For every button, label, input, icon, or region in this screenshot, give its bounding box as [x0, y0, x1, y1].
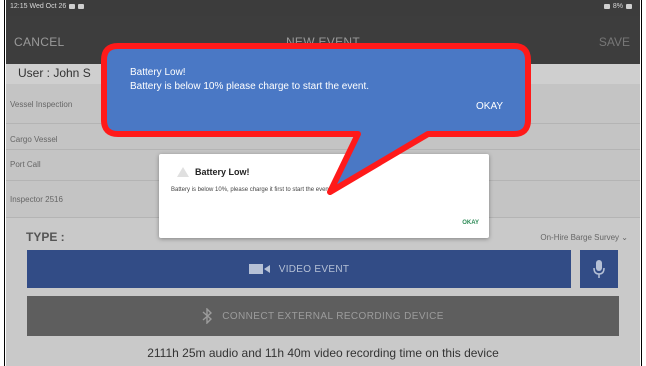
field-value: Port Call	[10, 160, 41, 169]
notification-icon	[69, 4, 76, 9]
type-label: TYPE :	[26, 230, 65, 244]
warning-icon	[177, 167, 189, 177]
field-inspection-type[interactable]: Vessel Inspection	[6, 84, 640, 124]
bluetooth-icon	[202, 308, 213, 324]
user-name: User : John S	[18, 66, 91, 80]
field-vessel-type[interactable]: Cargo Vessel	[6, 124, 640, 150]
dialog-title: Battery Low!	[195, 167, 250, 177]
status-time-date: 12:15 Wed Oct 26	[10, 3, 67, 10]
dialog-message: Battery is below 10%, please charge it f…	[171, 187, 333, 193]
wifi-icon	[603, 4, 610, 9]
type-dropdown[interactable]: On-Hire Barge Survey ⌄	[540, 233, 628, 242]
type-value: On-Hire Barge Survey	[540, 233, 620, 242]
video-event-label: VIDEO EVENT	[278, 263, 350, 275]
chevron-down-icon: ⌄	[621, 233, 628, 242]
right-border	[641, 0, 642, 366]
audio-event-button[interactable]	[580, 250, 618, 288]
field-value: Cargo Vessel	[10, 135, 58, 144]
battery-low-dialog: Battery Low! Battery is below 10%, pleas…	[159, 154, 489, 238]
app-screen: 12:15 Wed Oct 26 8% CANCEL NEW EVENT SAV…	[6, 0, 640, 366]
dialog-okay-button[interactable]: OKAY	[462, 220, 479, 226]
status-bar: 12:15 Wed Oct 26 8%	[6, 0, 640, 16]
connect-external-device-label: CONNECT EXTERNAL RECORDING DEVICE	[222, 310, 444, 322]
video-camera-icon	[248, 264, 270, 274]
save-button[interactable]: SAVE	[599, 35, 630, 49]
recording-time-info: 2111h 25m audio and 11h 40m video record…	[147, 346, 499, 360]
left-border	[4, 0, 5, 366]
field-value: Vessel Inspection	[10, 100, 73, 109]
video-event-button[interactable]: VIDEO EVENT	[27, 250, 571, 288]
connect-external-device-button[interactable]: CONNECT EXTERNAL RECORDING DEVICE	[27, 296, 619, 336]
user-row: User : John S	[6, 64, 640, 84]
battery-icon	[626, 4, 632, 9]
battery-percent: 8%	[612, 3, 623, 10]
page-title: NEW EVENT	[285, 35, 361, 49]
app-bar: CANCEL NEW EVENT SAVE	[6, 16, 640, 64]
microphone-icon	[593, 260, 605, 278]
app-notification-icon	[78, 4, 85, 9]
field-value: Inspector 2516	[10, 195, 63, 204]
